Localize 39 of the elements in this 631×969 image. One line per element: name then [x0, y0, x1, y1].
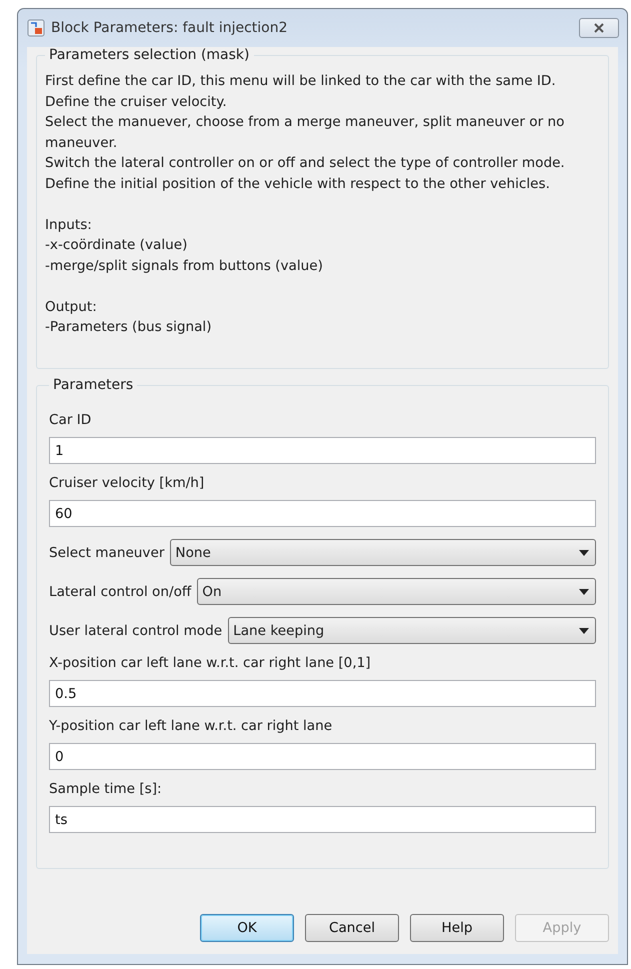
dialog-button[interactable]: Help — [410, 914, 504, 942]
parameter-label: Select maneuver — [49, 544, 164, 560]
parameter-label: X-position car left lane w.r.t. car right lane [0,1] — [49, 655, 372, 671]
description-text: Switch the lateral controller on or off and select the type of controller mode. — [45, 154, 566, 173]
description-text: maneuver. — [45, 134, 118, 152]
description-text: Define the cruiser velocity. — [45, 92, 228, 112]
parameter-label: Lateral control on/off — [49, 584, 192, 600]
parameter-label: Car ID — [49, 412, 92, 428]
close-icon — [593, 23, 605, 33]
description-text: Select the manuever, choose from a merge maneuver, split maneuver or no — [45, 113, 566, 132]
description-text: Output: — [45, 298, 98, 316]
parameter-label: User lateral control mode — [49, 622, 222, 638]
dropdown[interactable]: None — [170, 539, 596, 566]
block-icon — [27, 19, 45, 37]
parameter-label: Cruiser velocity [km/h] — [49, 475, 206, 491]
dropdown[interactable]: On — [197, 578, 596, 605]
window-title: Block Parameters: fault injection2 — [51, 20, 288, 36]
close-button[interactable] — [579, 18, 619, 38]
description-text: -merge/split signals from buttons (value) — [45, 256, 324, 276]
parameter-label: Sample time [s]: — [49, 781, 163, 797]
caret-icon — [579, 588, 589, 594]
dialog-button[interactable]: Cancel — [305, 914, 399, 942]
description-text: -x-coördinate (value) — [45, 236, 188, 255]
dialog-button[interactable]: OK — [200, 914, 294, 942]
input-field[interactable]: 60 — [49, 500, 596, 527]
group-title: Parameters — [52, 377, 134, 393]
description-text: Define the initial position of the vehicle with respect to the other vehicles. — [45, 174, 551, 194]
dropdown[interactable]: Lane keeping — [228, 617, 596, 644]
input-field[interactable]: ts — [49, 806, 596, 833]
group-title: Parameters selection (mask) — [48, 47, 250, 63]
description-text: Inputs: — [45, 216, 93, 234]
input-field[interactable]: 0.5 — [49, 680, 596, 707]
input-field[interactable]: 1 — [49, 437, 596, 464]
description-text: First define the car ID, this menu will be linked to the car with the same ID. — [45, 72, 557, 91]
input-field[interactable]: 0 — [49, 743, 596, 770]
caret-icon — [579, 628, 589, 634]
caret-icon — [579, 550, 589, 556]
description-text: -Parameters (bus signal) — [45, 318, 212, 337]
parameter-label: Y-position car left lane w.r.t. car right lane — [49, 718, 334, 734]
